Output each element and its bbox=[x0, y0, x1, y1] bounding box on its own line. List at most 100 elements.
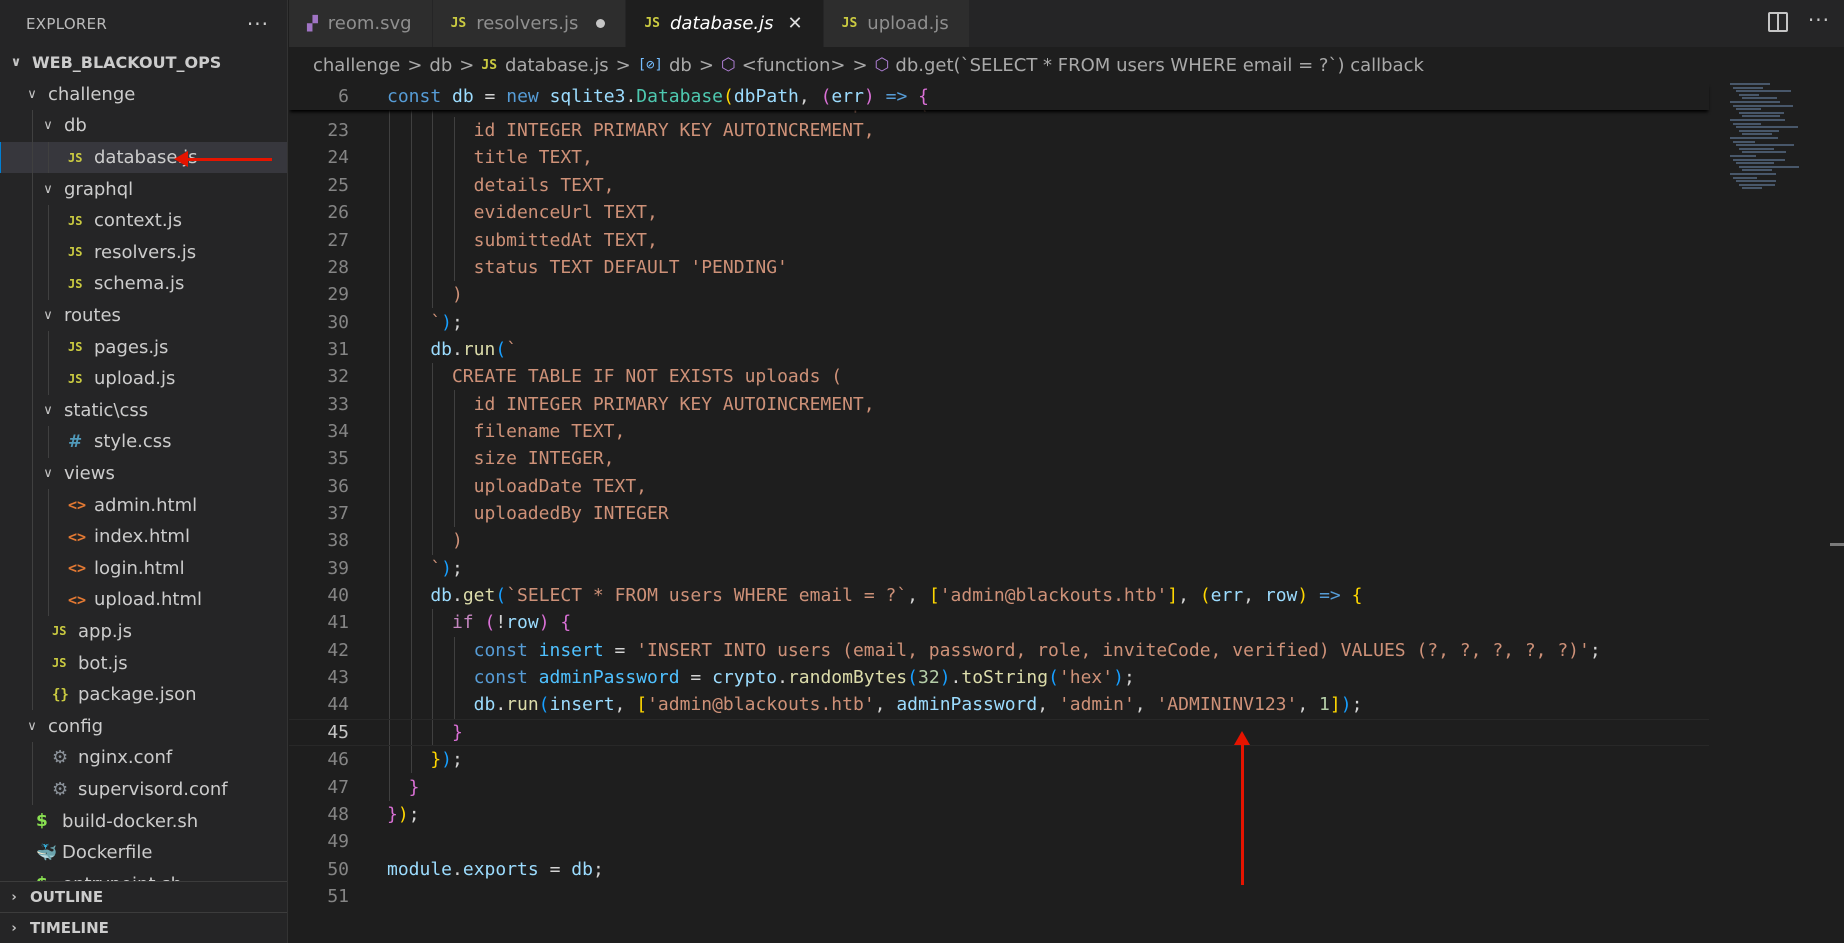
tree-root-folder[interactable]: ∨ WEB_BLACKOUT_OPS bbox=[0, 47, 287, 79]
tree-file[interactable]: ⚙ nginx.conf bbox=[0, 742, 287, 774]
code-line[interactable]: 27 submittedAt TEXT, bbox=[289, 226, 1709, 254]
code-line[interactable]: 32 CREATE TABLE IF NOT EXISTS uploads ( bbox=[289, 363, 1709, 391]
code-token: } bbox=[408, 776, 420, 798]
minimap-line bbox=[1736, 144, 1794, 147]
code-line[interactable]: 46}); bbox=[289, 745, 1709, 774]
code-line[interactable]: 41 if (!row) { bbox=[289, 609, 1709, 637]
code-line[interactable]: 45} bbox=[289, 718, 1709, 747]
code-line[interactable]: 49 bbox=[289, 828, 1709, 855]
code-token: if bbox=[451, 612, 485, 634]
code-line[interactable]: 44 db.run(insert, ['admin@blackouts.htb',… bbox=[289, 691, 1709, 719]
tree-folder[interactable]: ∨ db bbox=[0, 110, 287, 142]
breadcrumb-item[interactable]: <function> bbox=[742, 55, 846, 76]
tree-folder[interactable]: ∨ views bbox=[0, 457, 287, 490]
tree-file[interactable]: JS resolvers.js bbox=[0, 236, 287, 269]
code-line[interactable]: 51 bbox=[289, 883, 1709, 910]
code-line[interactable]: 31 db.run(` bbox=[289, 335, 1709, 364]
tree-file[interactable]: <> upload.html bbox=[0, 584, 287, 616]
breadcrumb-item[interactable]: challenge bbox=[313, 55, 400, 76]
tree-indent-guide bbox=[48, 362, 49, 395]
indent-guide bbox=[410, 390, 412, 418]
code-line[interactable]: 30 `); bbox=[289, 308, 1709, 336]
tree-file[interactable]: JS context.js bbox=[0, 204, 287, 237]
code-line[interactable]: 28 status TEXT DEFAULT 'PENDING' bbox=[289, 253, 1709, 282]
code-line[interactable]: 24 title TEXT, bbox=[289, 144, 1709, 172]
code-line[interactable]: 35 size INTEGER, bbox=[289, 445, 1709, 473]
breadcrumb-item[interactable]: db bbox=[669, 55, 692, 76]
code-line[interactable]: 23 id INTEGER PRIMARY KEY AUTOINCREMENT, bbox=[289, 116, 1709, 145]
breadcrumb-item[interactable]: db bbox=[429, 55, 452, 76]
code-line[interactable]: 38) bbox=[289, 527, 1709, 555]
code-line[interactable]: 36 uploadDate TEXT, bbox=[289, 472, 1709, 500]
code-line[interactable]: 29) bbox=[289, 281, 1709, 309]
timeline-panel-header[interactable]: › TIMELINE bbox=[0, 912, 287, 943]
more-actions-icon[interactable]: ··· bbox=[247, 12, 269, 36]
split-editor-icon[interactable] bbox=[1768, 12, 1788, 32]
tree-folder[interactable]: ∨ challenge bbox=[0, 79, 287, 111]
code-line[interactable]: 6 const db = new sqlite3.Database(dbPath,… bbox=[289, 83, 1709, 111]
tree-file[interactable]: JS upload.js bbox=[0, 362, 287, 395]
code-token: ( bbox=[820, 86, 832, 108]
minimap-line bbox=[1733, 104, 1793, 107]
code-line[interactable]: 33 id INTEGER PRIMARY KEY AUTOINCREMENT, bbox=[289, 390, 1709, 418]
unsaved-dot-icon[interactable] bbox=[596, 19, 606, 28]
tree-item-label: views bbox=[64, 463, 115, 485]
tree-file[interactable]: <> login.html bbox=[0, 552, 287, 585]
tree-file[interactable]: $ build-docker.sh bbox=[0, 805, 287, 837]
tab-upload-js[interactable]: JS upload.js bbox=[823, 0, 970, 47]
code-line[interactable]: 25 details TEXT, bbox=[289, 171, 1709, 200]
tree-file[interactable]: {} package.json bbox=[0, 678, 287, 711]
scrollbar-thumb[interactable] bbox=[1830, 543, 1844, 546]
tree-folder[interactable]: ∨ routes bbox=[0, 299, 287, 332]
breadcrumb-item[interactable]: database.js bbox=[505, 55, 609, 76]
tree-file[interactable]: # style.css bbox=[0, 426, 287, 458]
tree-file[interactable]: JS schema.js bbox=[0, 268, 287, 300]
minimap[interactable] bbox=[1730, 83, 1830, 203]
code-line[interactable]: 26 evidenceUrl TEXT, bbox=[289, 198, 1709, 227]
tab-resolvers-js[interactable]: JS resolvers.js bbox=[432, 0, 627, 47]
code-line[interactable]: 34 filename TEXT, bbox=[289, 417, 1709, 446]
code-token: evidenceUrl TEXT, bbox=[473, 202, 658, 224]
code-line[interactable]: 47} bbox=[289, 773, 1709, 801]
outline-panel-header[interactable]: › OUTLINE bbox=[0, 881, 287, 912]
tree-folder[interactable]: ∨ config bbox=[0, 710, 287, 742]
tree-item-label: graphql bbox=[64, 178, 134, 200]
tree-folder[interactable]: ∨ graphql bbox=[0, 173, 287, 205]
code-editor[interactable]: 6 const db = new sqlite3.Database(dbPath,… bbox=[289, 83, 1844, 943]
code-token: db bbox=[452, 86, 485, 108]
code-line[interactable]: 48}); bbox=[289, 801, 1709, 828]
tree-folder[interactable]: ∨ static\css bbox=[0, 394, 287, 427]
breadcrumb-item[interactable]: db.get(`SELECT * FROM users WHERE email … bbox=[895, 55, 1423, 76]
indent-guide bbox=[410, 663, 412, 692]
code-line[interactable]: 42 const insert = 'INSERT INTO users (ema… bbox=[289, 636, 1709, 664]
code-token: => bbox=[885, 86, 908, 108]
code-text: const insert = 'INSERT INTO users (email… bbox=[474, 640, 1601, 661]
code-line[interactable]: 39 `); bbox=[289, 554, 1709, 582]
code-line[interactable]: 40 db.get(`SELECT * FROM users WHERE emai… bbox=[289, 581, 1709, 610]
indent-guide bbox=[389, 472, 390, 500]
code-line[interactable]: 37 uploadedBy INTEGER bbox=[289, 499, 1709, 528]
line-number: 28 bbox=[327, 256, 349, 278]
more-actions-icon[interactable]: ··· bbox=[1808, 8, 1830, 32]
svg-file-icon: ▞ bbox=[307, 15, 318, 32]
line-number: 32 bbox=[327, 366, 349, 388]
line-number: 33 bbox=[327, 393, 349, 415]
tab-reom-svg[interactable]: ▞ reom.svg bbox=[289, 0, 433, 47]
tree-file[interactable]: JS app.js bbox=[0, 615, 287, 648]
tab-database-js[interactable]: JS database.js ✕ bbox=[626, 0, 824, 47]
tree-file[interactable]: JS bot.js bbox=[0, 647, 287, 679]
code-token: } bbox=[451, 721, 463, 743]
tree-file[interactable]: 🐳 Dockerfile bbox=[0, 837, 287, 869]
code-line[interactable]: 43 const adminPassword = crypto.randomByt… bbox=[289, 663, 1709, 692]
line-number: 49 bbox=[327, 831, 349, 853]
code-line[interactable]: 50 module.exports = db; bbox=[289, 855, 1709, 882]
tree-file[interactable]: <> index.html bbox=[0, 520, 287, 553]
tree-file[interactable]: JS pages.js bbox=[0, 331, 287, 363]
code-token: toString bbox=[961, 667, 1049, 689]
tree-file[interactable]: <> admin.html bbox=[0, 489, 287, 521]
indent-guide bbox=[410, 308, 412, 336]
indent-guide bbox=[389, 116, 390, 145]
tree-file[interactable]: ⚙ supervisord.conf bbox=[0, 773, 287, 806]
close-icon[interactable]: ✕ bbox=[788, 13, 803, 34]
